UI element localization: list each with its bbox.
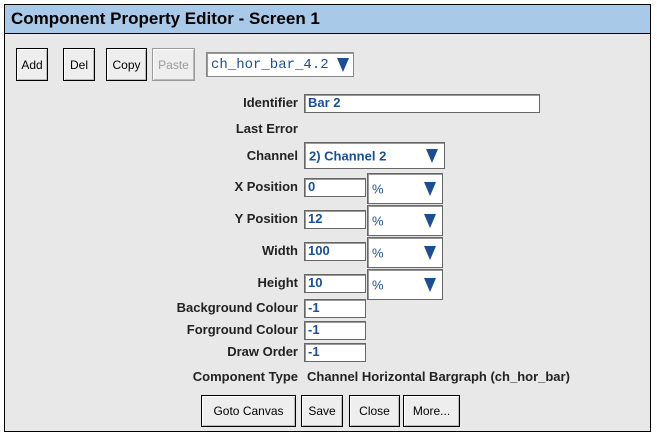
property-editor-window: Component Property Editor - Screen 1 Add…: [4, 4, 651, 432]
channel-dropdown-value: 2) Channel 2: [309, 148, 387, 163]
width-unit: %: [372, 245, 384, 260]
title-bar: Component Property Editor - Screen 1: [5, 5, 650, 34]
identifier-field[interactable]: Bar 2: [304, 94, 540, 113]
channel-label: Channel: [246, 148, 298, 163]
component-select-value: ch_hor_bar_4.2: [211, 56, 329, 73]
height-unit-dropdown[interactable]: %: [367, 269, 443, 300]
identifier-label: Identifier: [243, 95, 298, 110]
x-position-label: X Position: [234, 179, 298, 194]
y-position-unit: %: [372, 213, 384, 228]
x-position-unit-dropdown[interactable]: %: [367, 173, 443, 204]
chevron-down-icon: [426, 148, 438, 163]
background-colour-label: Background Colour: [176, 300, 298, 315]
component-type-label: Component Type: [192, 369, 298, 384]
chevron-down-icon: [424, 213, 436, 228]
del-button[interactable]: Del: [63, 48, 95, 81]
width-label: Width: [262, 243, 298, 258]
close-button[interactable]: Close: [349, 395, 400, 427]
width-unit-dropdown[interactable]: %: [367, 237, 443, 268]
chevron-down-icon: [424, 181, 436, 196]
width-field[interactable]: 100: [304, 242, 366, 261]
last-error-label: Last Error: [235, 121, 298, 136]
paste-button[interactable]: Paste: [152, 48, 195, 81]
component-type-value: Channel Horizontal Bargraph (ch_hor_bar): [307, 369, 570, 384]
height-label: Height: [257, 275, 298, 290]
goto-canvas-button[interactable]: Goto Canvas: [201, 395, 296, 427]
height-unit: %: [372, 277, 384, 292]
channel-dropdown[interactable]: 2) Channel 2: [304, 142, 445, 169]
save-button[interactable]: Save: [301, 395, 343, 427]
background-colour-field[interactable]: -1: [304, 299, 366, 318]
x-position-field[interactable]: 0: [304, 178, 366, 197]
window-title: Component Property Editor - Screen 1: [11, 9, 320, 28]
x-position-unit: %: [372, 181, 384, 196]
copy-button[interactable]: Copy: [106, 48, 147, 81]
forground-colour-field[interactable]: -1: [304, 321, 366, 340]
y-position-unit-dropdown[interactable]: %: [367, 205, 443, 236]
y-position-label: Y Position: [234, 211, 298, 226]
chevron-down-icon: [424, 245, 436, 260]
y-position-field[interactable]: 12: [304, 210, 366, 229]
chevron-down-icon: [424, 277, 436, 292]
add-button[interactable]: Add: [16, 48, 48, 81]
component-select[interactable]: ch_hor_bar_4.2: [206, 52, 354, 77]
draw-order-field[interactable]: -1: [304, 343, 366, 362]
height-field[interactable]: 10: [304, 274, 366, 293]
forground-colour-label: Forground Colour: [186, 322, 298, 337]
draw-order-label: Draw Order: [227, 344, 298, 359]
chevron-down-icon: [337, 57, 349, 72]
more-button[interactable]: More...: [403, 395, 460, 427]
